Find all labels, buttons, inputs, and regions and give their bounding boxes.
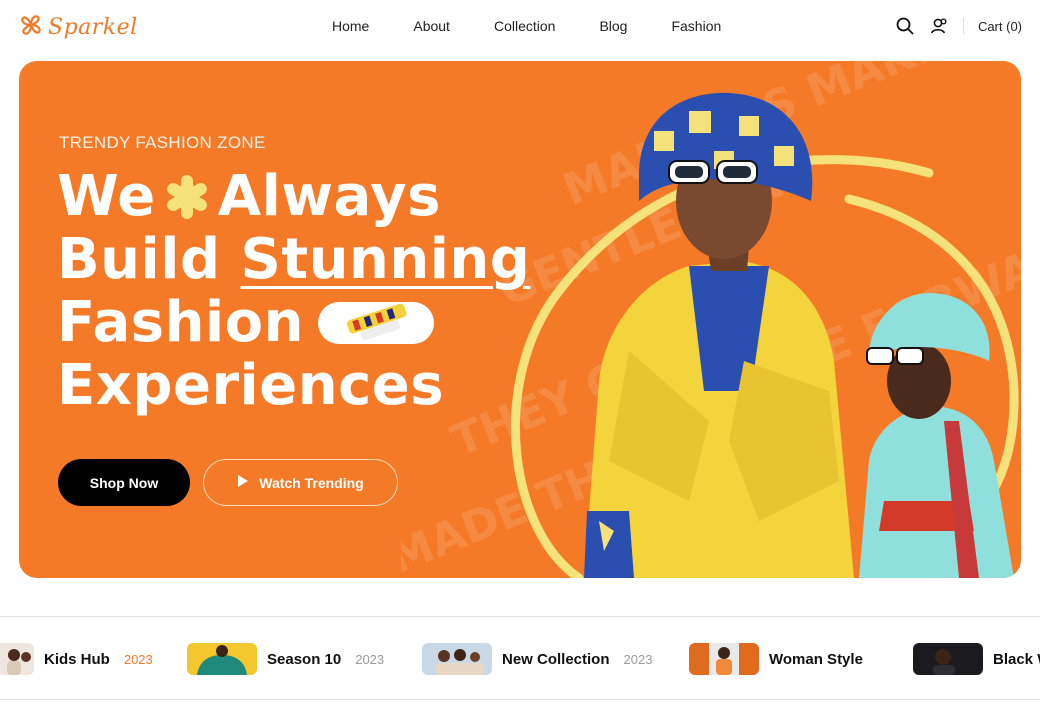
cart-link[interactable]: Cart (0)	[978, 19, 1022, 34]
category-black[interactable]: Black W	[913, 643, 1040, 675]
flower-logo-icon	[18, 12, 44, 43]
nav-blog[interactable]: Blog	[599, 18, 627, 34]
header-tools: Cart (0)	[895, 16, 1022, 36]
headline-fashion: Fashion	[57, 290, 304, 355]
category-strip: Kids Hub 2023 Season 10 2023 New Collect…	[0, 616, 1040, 700]
black-thumbnail	[913, 643, 983, 675]
brand-logo[interactable]: Sparkel	[18, 12, 138, 43]
category-season-10[interactable]: Season 10 2023	[187, 643, 384, 675]
header-divider	[962, 18, 964, 34]
headline-we: We	[57, 164, 156, 229]
nav-collection[interactable]: Collection	[494, 18, 555, 34]
hero-banner: MANNERS MAKE GENTLEMEN THEY GREATLY MOVE…	[19, 61, 1021, 578]
watch-trending-label: Watch Trending	[259, 474, 364, 491]
nav-home[interactable]: Home	[332, 18, 369, 34]
brand-name: Sparkel	[48, 15, 138, 40]
new-collection-thumbnail	[422, 643, 492, 675]
headline-build: Build	[57, 227, 221, 292]
category-name: Black W	[993, 650, 1040, 668]
kids-hub-thumbnail	[0, 643, 34, 675]
headline-stunning: Stunning	[240, 227, 531, 292]
hero-pill-image	[318, 301, 434, 344]
headline-experiences: Experiences	[57, 353, 445, 418]
category-name: New Collection	[502, 650, 610, 668]
watch-trending-button[interactable]: Watch Trending	[203, 459, 398, 506]
search-icon[interactable]	[895, 16, 915, 36]
category-name: Woman Style	[769, 650, 863, 668]
category-year: 2023	[123, 651, 153, 667]
hero-eyebrow: TRENDY FASHION ZONE	[59, 133, 266, 152]
category-new-collection[interactable]: New Collection 2023	[422, 643, 652, 675]
asterisk-star-icon	[162, 172, 212, 222]
category-kids-hub[interactable]: Kids Hub 2023	[0, 643, 153, 675]
main-nav: Home About Collection Blog Fashion	[332, 18, 765, 34]
nav-about[interactable]: About	[413, 18, 450, 34]
category-name: Season 10	[267, 650, 342, 668]
play-icon	[237, 474, 249, 491]
category-year: 2023	[355, 651, 385, 667]
user-icon[interactable]	[929, 16, 949, 36]
woman-style-thumbnail	[689, 643, 759, 675]
category-year: 2023	[623, 651, 653, 667]
headline-always: Always	[217, 164, 441, 229]
season-10-thumbnail	[187, 643, 257, 675]
nav-fashion[interactable]: Fashion	[671, 18, 721, 34]
site-header: Sparkel Home About Collection Blog Fashi…	[0, 0, 1040, 56]
shop-now-button[interactable]: Shop Now	[58, 459, 190, 506]
category-name: Kids Hub	[44, 650, 110, 668]
category-woman-style[interactable]: Woman Style	[689, 643, 863, 675]
hero-models-image	[510, 92, 1019, 578]
